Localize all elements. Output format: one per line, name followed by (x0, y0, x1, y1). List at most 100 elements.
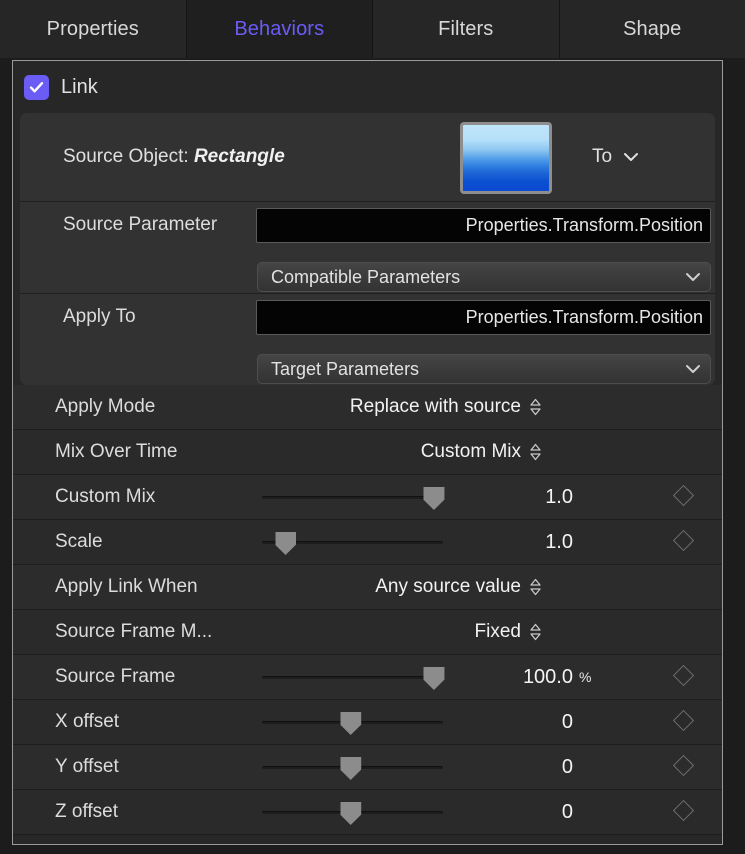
parameter-value[interactable]: 1.0 (483, 531, 573, 554)
parameter-row: X offset 0 (13, 700, 722, 745)
stepper-arrows-icon (529, 578, 542, 596)
to-dropdown-label: To (592, 146, 612, 168)
slider-thumb[interactable] (340, 757, 361, 780)
diamond-shape (673, 530, 694, 551)
source-object-label: Source Object: (63, 146, 189, 167)
apply-to-row: Apply To Properties.Transform.Position (20, 294, 715, 340)
parameter-row: Apply Link When Any source value (13, 565, 722, 610)
tab-label: Filters (438, 18, 493, 41)
parameter-popup-menu[interactable]: Custom Mix (421, 441, 542, 463)
parameter-label: X offset (55, 711, 119, 733)
keyframe-diamond-icon[interactable] (673, 485, 697, 509)
keyframe-diamond-icon[interactable] (673, 710, 697, 734)
apply-to-field[interactable]: Properties.Transform.Position (256, 300, 711, 335)
tab-label: Shape (623, 18, 681, 41)
parameter-label: Scale (55, 531, 103, 553)
slider-track (262, 496, 443, 499)
chevron-down-icon (685, 364, 701, 374)
stepper-arrows-icon (529, 398, 542, 416)
diamond-shape (673, 755, 694, 776)
parameter-row: Source Frame M... Fixed (13, 610, 722, 655)
parameter-label: Z offset (55, 801, 118, 823)
parameter-value[interactable]: 1.0 (483, 486, 573, 509)
parameter-label: Y offset (55, 756, 119, 778)
parameter-value[interactable]: 0 (483, 756, 573, 779)
parameter-row: Y offset 0 (13, 745, 722, 790)
slider-thumb[interactable] (340, 712, 361, 735)
parameter-slider[interactable] (262, 801, 443, 823)
parameter-label: Apply Mode (55, 396, 155, 418)
parameter-value: Fixed (475, 621, 521, 643)
parameter-unit: % (579, 669, 591, 685)
parameter-slider[interactable] (262, 756, 443, 778)
parameter-popup-menu[interactable]: Any source value (375, 576, 542, 598)
tab-label: Properties (47, 18, 139, 41)
diamond-shape (673, 665, 694, 686)
parameter-label: Custom Mix (55, 486, 155, 508)
parameter-row: Scale 1.0 (13, 520, 722, 565)
parameter-label: Apply Link When (55, 576, 198, 598)
target-parameters-label: Target Parameters (271, 359, 419, 380)
source-parameter-label: Source Parameter (63, 214, 217, 236)
link-label: Link (61, 76, 98, 99)
parameter-value: Replace with source (350, 396, 521, 418)
parameter-row: Custom Mix 1.0 (13, 475, 722, 520)
tab-label: Behaviors (234, 18, 324, 41)
slider-thumb[interactable] (423, 667, 444, 690)
parameter-slider[interactable] (262, 486, 443, 508)
tab-behaviors[interactable]: Behaviors (187, 0, 374, 58)
parameter-value[interactable]: 100.0 (483, 666, 573, 689)
source-parameter-group: Source Parameter Properties.Transform.Po… (20, 202, 715, 293)
parameter-value: Custom Mix (421, 441, 521, 463)
keyframe-diamond-icon[interactable] (673, 665, 697, 689)
parameter-popup-menu[interactable]: Fixed (475, 621, 542, 643)
keyframe-diamond-icon[interactable] (673, 800, 697, 824)
parameter-slider[interactable] (262, 711, 443, 733)
keyframe-diamond-icon[interactable] (673, 530, 697, 554)
compatible-parameters-dropdown[interactable]: Compatible Parameters (257, 262, 711, 292)
parameter-value[interactable]: 0 (483, 711, 573, 734)
keyframe-diamond-icon[interactable] (673, 755, 697, 779)
parameter-slider[interactable] (262, 666, 443, 688)
source-object-block: Source Object: Rectangle To (20, 113, 715, 201)
blue-gradient-thumbnail-image (463, 125, 549, 191)
apply-to-group: Apply To Properties.Transform.Position T… (20, 294, 715, 385)
slider-thumb[interactable] (423, 487, 444, 510)
parameter-label: Source Frame (55, 666, 175, 688)
parameter-row: Mix Over Time Custom Mix (13, 430, 722, 475)
source-object-text: Source Object: Rectangle (63, 146, 285, 168)
tab-filters[interactable]: Filters (373, 0, 560, 58)
parameter-row: Apply Mode Replace with source (13, 385, 722, 430)
diamond-shape (673, 485, 694, 506)
link-checkbox[interactable] (24, 75, 49, 100)
behaviors-panel: Link Source Object: Rectangle To Source … (12, 60, 723, 845)
parameter-value: Any source value (375, 576, 521, 598)
parameter-value[interactable]: 0 (483, 801, 573, 824)
to-dropdown[interactable]: To (592, 146, 639, 168)
target-parameters-dropdown[interactable]: Target Parameters (257, 354, 711, 384)
source-parameter-field[interactable]: Properties.Transform.Position (256, 208, 711, 243)
parameter-label: Source Frame M... (55, 621, 212, 643)
source-object-thumbnail[interactable] (460, 122, 552, 194)
slider-thumb[interactable] (340, 802, 361, 825)
parameter-slider[interactable] (262, 531, 443, 553)
link-header-row: Link (13, 61, 722, 113)
compatible-parameters-label: Compatible Parameters (271, 267, 460, 288)
chevron-down-icon (685, 272, 701, 282)
source-parameter-row: Source Parameter Properties.Transform.Po… (20, 202, 715, 248)
stepper-arrows-icon (529, 443, 542, 461)
slider-track (262, 676, 443, 679)
chevron-down-icon (623, 152, 639, 162)
parameter-label: Mix Over Time (55, 441, 177, 463)
source-object-value: Rectangle (194, 146, 285, 167)
checkmark-icon (28, 79, 45, 96)
apply-to-label: Apply To (63, 306, 136, 328)
parameter-popup-menu[interactable]: Replace with source (350, 396, 542, 418)
diamond-shape (673, 710, 694, 731)
tab-shape[interactable]: Shape (560, 0, 745, 58)
slider-thumb[interactable] (275, 532, 296, 555)
stepper-arrows-icon (529, 623, 542, 641)
tab-properties[interactable]: Properties (0, 0, 187, 58)
tab-bar: Properties Behaviors Filters Shape (0, 0, 745, 58)
parameter-row: Source Frame 100.0% (13, 655, 722, 700)
